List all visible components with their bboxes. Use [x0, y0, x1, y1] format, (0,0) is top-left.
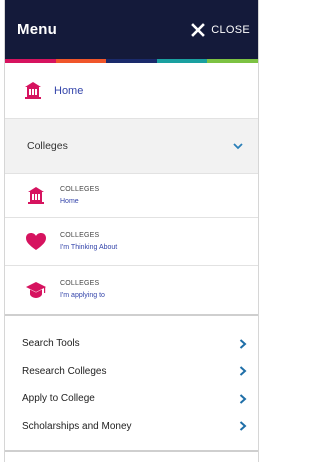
item-link[interactable]: Home [60, 196, 99, 208]
item-caption: COLLEGES [60, 231, 100, 239]
colleges-applying-to-item[interactable]: COLLEGES I'm applying to [5, 266, 258, 314]
chevron-right-icon [239, 366, 247, 376]
nav-item-home-label: Home [54, 84, 84, 97]
colleges-home-item[interactable]: COLLEGES Home [5, 174, 258, 218]
menu-title: Menu [17, 21, 57, 38]
menu-header: Menu CLOSE [5, 0, 258, 59]
nav-item-scholarships-and-money[interactable]: Scholarships and Money [5, 413, 258, 441]
brand-color-stripe [5, 59, 258, 63]
colleges-thinking-about-item[interactable]: COLLEGES I'm Thinking About [5, 218, 258, 266]
close-button[interactable]: CLOSE [191, 22, 250, 37]
nav-item-research-colleges[interactable]: Research Colleges [5, 358, 258, 386]
colleges-section-toggle[interactable]: Colleges [5, 119, 258, 174]
navigation-menu-panel: Menu CLOSE Home Colleges COLLEGES Home C… [4, 0, 259, 462]
item-caption: COLLEGES [60, 280, 100, 287]
chevron-down-icon [233, 142, 243, 149]
nav-item-label: Search Tools [22, 338, 80, 350]
item-link[interactable]: I'm applying to [60, 290, 105, 302]
school-building-icon [28, 187, 44, 204]
nav-item-label: Research Colleges [22, 365, 107, 377]
divider [5, 450, 258, 452]
close-label: CLOSE [211, 23, 250, 36]
chevron-right-icon [239, 339, 247, 349]
colleges-section-label: Colleges [27, 140, 68, 152]
nav-item-home[interactable]: Home [5, 63, 258, 119]
nav-item-apply-to-college[interactable]: Apply to College [5, 385, 258, 413]
close-icon [191, 22, 206, 37]
nav-item-search-tools[interactable]: Search Tools [5, 330, 258, 358]
chevron-right-icon [239, 421, 247, 431]
item-link[interactable]: I'm Thinking About [60, 242, 117, 254]
graduation-cap-icon [26, 282, 46, 298]
item-caption: COLLEGES [60, 185, 100, 193]
school-building-icon [25, 82, 41, 99]
heart-icon [26, 232, 46, 250]
nav-item-label: Scholarships and Money [22, 420, 132, 432]
tools-list: Search Tools Research Colleges Apply to … [5, 314, 258, 440]
nav-item-label: Apply to College [22, 393, 95, 405]
chevron-right-icon [239, 394, 247, 404]
